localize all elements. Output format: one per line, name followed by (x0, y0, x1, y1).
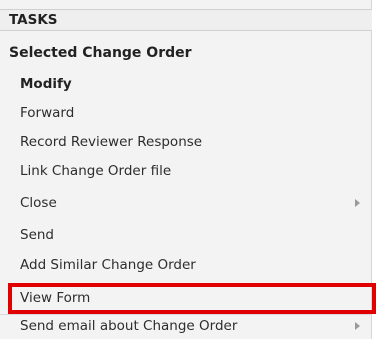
menu-item-label: Record Reviewer Response (20, 134, 203, 150)
tasks-header: TASKS (0, 9, 372, 31)
menu-item-send-email-about-change-order[interactable]: Send email about Change Order (0, 315, 372, 337)
submenu-arrow-icon (355, 322, 360, 330)
menu-item-add-similar-change-order[interactable]: Add Similar Change Order (0, 254, 372, 276)
menu-item-close[interactable]: Close (0, 192, 372, 214)
menu-item-modify[interactable]: Modify (0, 73, 372, 95)
menu-item-label: Forward (20, 105, 75, 121)
menu-item-label: Add Similar Change Order (20, 257, 196, 273)
menu-item-label: Modify (20, 76, 72, 92)
menu-item-forward[interactable]: Forward (0, 102, 372, 124)
menu-item-record-reviewer-response[interactable]: Record Reviewer Response (0, 131, 372, 153)
row-divider (0, 314, 372, 315)
view-form-highlight-box (8, 283, 376, 314)
section-title: Selected Change Order (9, 45, 192, 61)
menu-item-label: Close (20, 195, 57, 211)
submenu-arrow-icon (355, 199, 360, 207)
menu-item-label: Link Change Order file (20, 163, 172, 179)
menu-item-label: Send email about Change Order (20, 318, 238, 334)
menu-item-send[interactable]: Send (0, 224, 372, 246)
menu-item-label: Send (20, 227, 55, 243)
menu-item-link-change-order-file[interactable]: Link Change Order file (0, 160, 372, 182)
